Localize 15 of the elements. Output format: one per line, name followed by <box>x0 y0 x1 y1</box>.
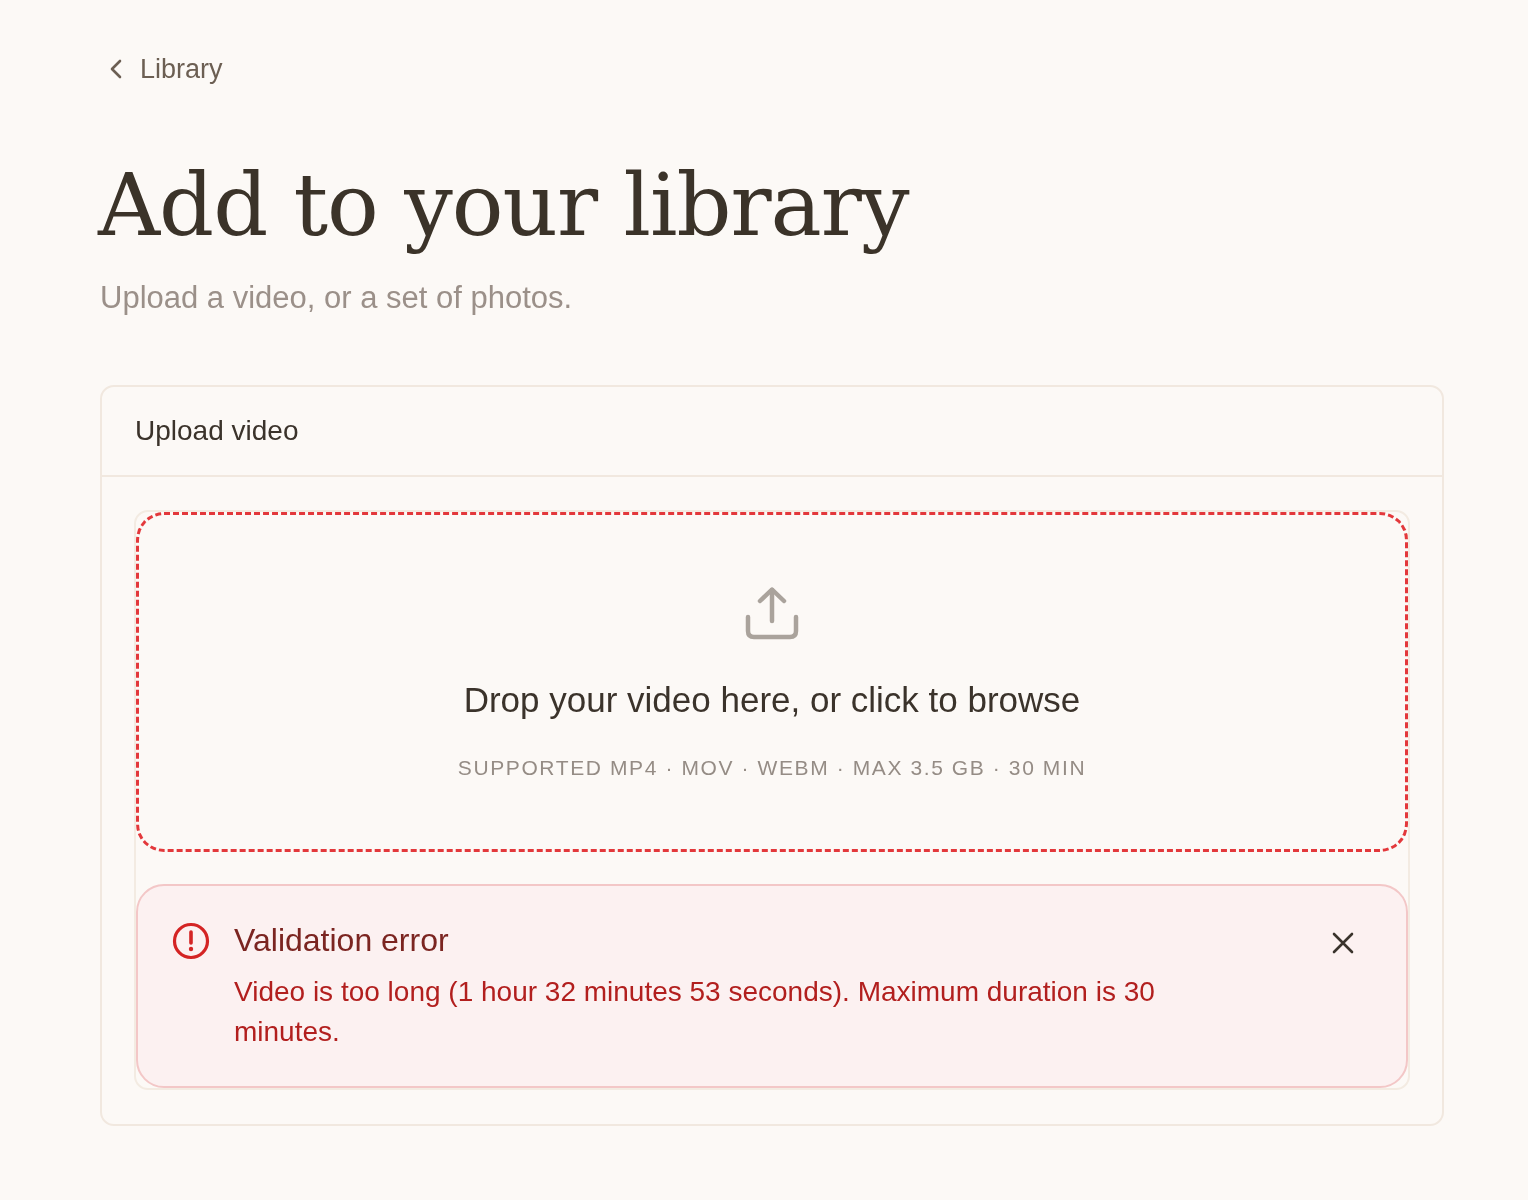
alert-circle-icon <box>172 922 210 960</box>
dropzone[interactable]: Drop your video here, or click to browse SUPPORTED MP4 · MOV · WEBM · MAX 3.5 GB · 30 MIN <box>136 512 1408 852</box>
close-button[interactable] <box>1332 932 1354 954</box>
back-link[interactable]: Library <box>110 50 223 88</box>
dropzone-prompt: Drop your video here, or click to browse <box>463 679 1081 721</box>
page-subtitle: Upload a video, or a set of photos. <box>100 279 574 317</box>
supported-formats: SUPPORTED MP4 · MOV · WEBM · MAX 3.5 GB · 30 MIN <box>457 756 1087 780</box>
page-title: Add to your library <box>98 154 911 257</box>
chevron-left-icon <box>110 59 122 79</box>
upload-icon <box>744 585 800 641</box>
alert-message: Video is too long (1 hour 32 minutes 53 seconds). Maximum duration is 30 minutes. <box>234 975 1156 1049</box>
alert-title: Validation error <box>234 921 450 960</box>
close-icon <box>1332 932 1354 954</box>
back-link-label: Library <box>140 53 223 86</box>
card-title: Upload video <box>135 415 299 447</box>
